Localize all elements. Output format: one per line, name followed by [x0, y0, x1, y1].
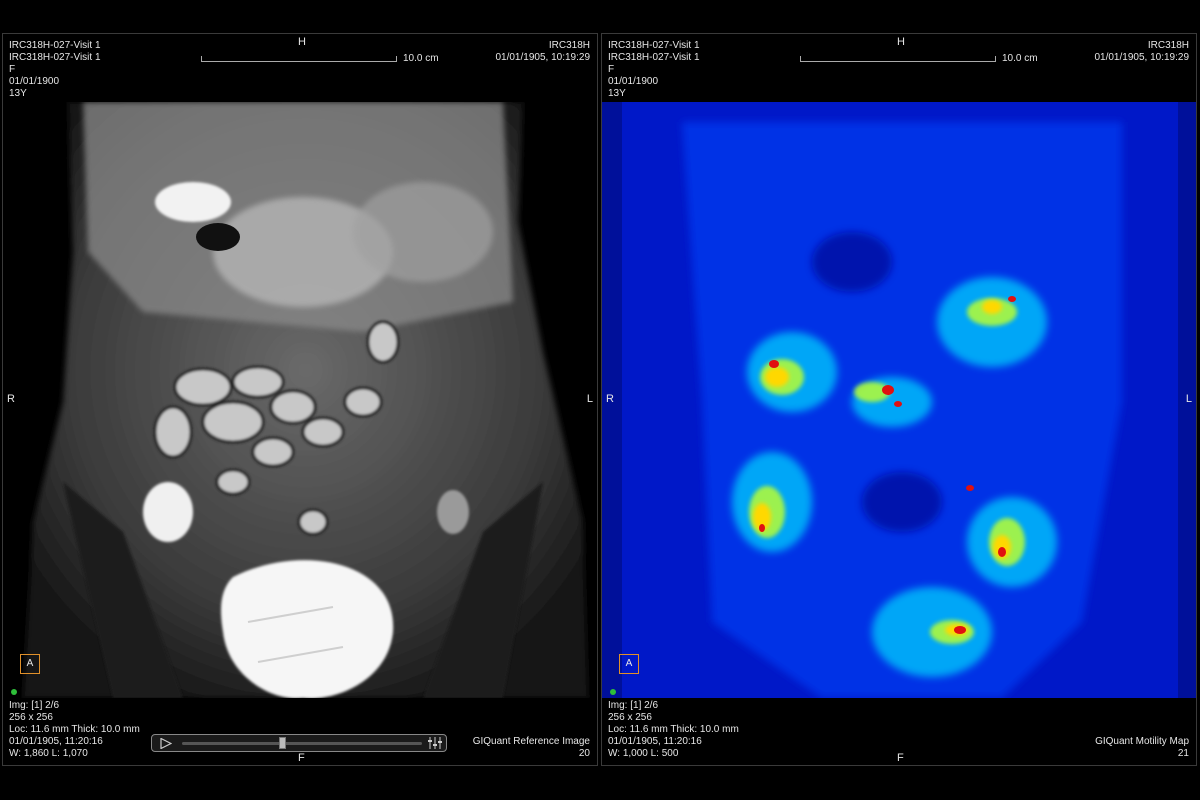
series-info: GIQuant Reference Image 20 [473, 736, 590, 760]
acquisition-datetime: 01/01/1905, 11:20:16 [9, 736, 103, 747]
sex-label: F [608, 64, 615, 75]
play-icon[interactable] [160, 738, 172, 749]
orientation-foot: F [897, 752, 904, 764]
series-number: 21 [1177, 748, 1189, 759]
viewport-motility-map[interactable]: IRC318H-027-Visit 1 IRC318H-027-Visit 1 … [601, 33, 1197, 766]
study-info: IRC318H 01/01/1905, 10:19:29 [495, 40, 590, 64]
series-description: GIQuant Motility Map [1095, 736, 1189, 747]
orientation-head: H [897, 36, 905, 48]
cine-slider-track[interactable] [182, 742, 422, 745]
slice-location: Loc: 11.6 mm Thick: 10.0 mm [608, 724, 739, 735]
matrix-size: 256 x 256 [608, 712, 652, 723]
anterior-marker[interactable]: A [619, 654, 639, 674]
image-index: Img: [1] 2/6 [9, 700, 60, 711]
series-label: IRC318H-027-Visit 1 [608, 52, 700, 63]
cine-settings-icon[interactable] [428, 737, 442, 749]
study-datetime: 01/01/1905, 10:19:29 [1094, 52, 1189, 63]
image-info: Img: [1] 2/6 256 x 256 Loc: 11.6 mm Thic… [9, 700, 140, 760]
acquisition-datetime: 01/01/1905, 11:20:16 [608, 736, 702, 747]
status-dot [11, 689, 17, 695]
study-id: IRC318H [1147, 40, 1189, 51]
patient-info: IRC318H-027-Visit 1 IRC318H-027-Visit 1 … [608, 40, 700, 100]
scale-label: 10.0 cm [403, 53, 439, 64]
series-description: GIQuant Reference Image [472, 736, 590, 747]
orientation-left: L [1185, 393, 1192, 405]
series-label: IRC318H-027-Visit 1 [9, 52, 101, 63]
orientation-head: H [298, 36, 306, 48]
study-label: IRC318H-027-Visit 1 [9, 40, 101, 51]
matrix-size: 256 x 256 [9, 712, 53, 723]
motility-map-image[interactable] [602, 102, 1196, 698]
study-id: IRC318H [548, 40, 590, 51]
study-info: IRC318H 01/01/1905, 10:19:29 [1094, 40, 1189, 64]
orientation-right: R [7, 393, 15, 405]
age-label: 13Y [9, 88, 27, 99]
sex-label: F [9, 64, 16, 75]
anterior-marker[interactable]: A [20, 654, 40, 674]
scale-bar [201, 56, 397, 62]
patient-info: IRC318H-027-Visit 1 IRC318H-027-Visit 1 … [9, 40, 101, 100]
birth-date: 01/01/1900 [9, 76, 60, 87]
study-datetime: 01/01/1905, 10:19:29 [495, 52, 590, 63]
image-info: Img: [1] 2/6 256 x 256 Loc: 11.6 mm Thic… [608, 700, 739, 760]
slice-location: Loc: 11.6 mm Thick: 10.0 mm [9, 724, 140, 735]
cine-slider-thumb[interactable] [279, 737, 287, 749]
birth-date: 01/01/1900 [608, 76, 659, 87]
series-number: 20 [578, 748, 590, 759]
cine-player[interactable] [151, 734, 447, 752]
orientation-left: L [586, 393, 593, 405]
status-dot [610, 689, 616, 695]
study-label: IRC318H-027-Visit 1 [608, 40, 700, 51]
mri-reference-image[interactable] [3, 102, 597, 698]
image-index: Img: [1] 2/6 [608, 700, 659, 711]
window-level: W: 1,000 L: 500 [608, 748, 679, 759]
viewport-reference-image[interactable]: IRC318H-027-Visit 1 IRC318H-027-Visit 1 … [2, 33, 598, 766]
orientation-foot: F [298, 752, 305, 764]
orientation-right: R [606, 393, 614, 405]
scale-label: 10.0 cm [1002, 53, 1038, 64]
series-info: GIQuant Motility Map 21 [1095, 736, 1189, 760]
scale-bar [800, 56, 996, 62]
age-label: 13Y [608, 88, 626, 99]
window-level: W: 1,860 L: 1,070 [9, 748, 88, 759]
